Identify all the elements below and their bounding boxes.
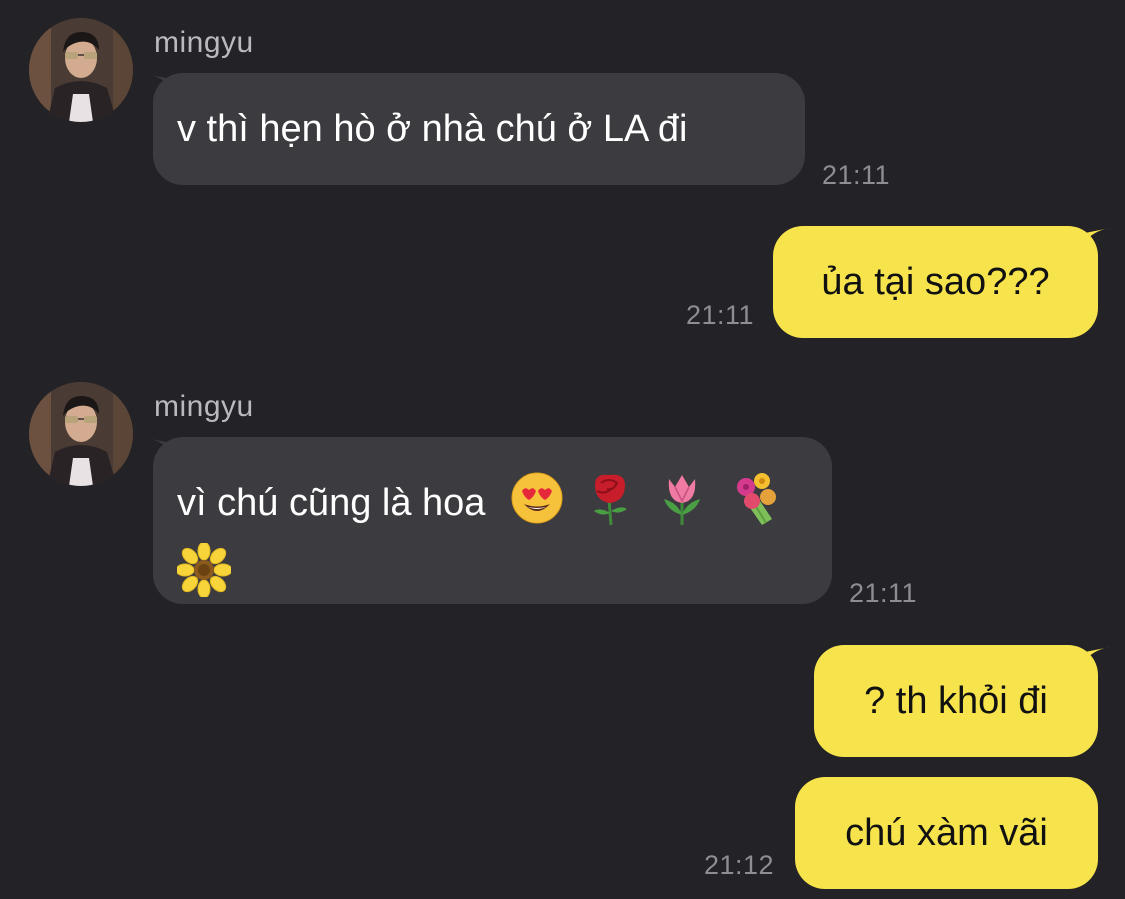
avatar[interactable] [29,382,133,486]
message-timestamp: 21:11 [849,578,918,608]
message-timestamp: 21:11 [686,300,755,330]
message-bubble-incoming[interactable]: v thì hẹn hò ở nhà chú ở LA đi [153,73,805,185]
bubble-tail [1080,647,1110,675]
avatar[interactable] [29,18,133,122]
message-text: ủa tại sao??? [821,261,1050,303]
message-timestamp: 21:12 [704,850,775,880]
rose-emoji-icon [583,471,637,539]
sunflower-emoji-icon [175,541,233,611]
sender-name: mingyu [154,26,254,59]
message-bubble-incoming[interactable]: vì chú cũng là hoa [153,437,832,604]
message-text: chú xàm vãi [845,812,1048,854]
message-timestamp: 21:11 [822,160,891,190]
message-bubble-outgoing[interactable]: ? th khỏi đi [814,645,1098,757]
message-text: ? th khỏi đi [864,680,1048,722]
heart-eyes-emoji-icon [510,471,564,539]
sender-name: mingyu [154,390,254,423]
message-bubble-outgoing[interactable]: ủa tại sao??? [773,226,1098,338]
message-text: vì chú cũng là hoa [177,482,486,525]
bubble-tail [1080,228,1110,256]
message-bubble-outgoing[interactable]: chú xàm vãi [795,777,1098,889]
message-text: v thì hẹn hò ở nhà chú ở LA đi [177,108,688,150]
tulip-emoji-icon [655,471,709,539]
bouquet-emoji-icon [728,469,786,541]
